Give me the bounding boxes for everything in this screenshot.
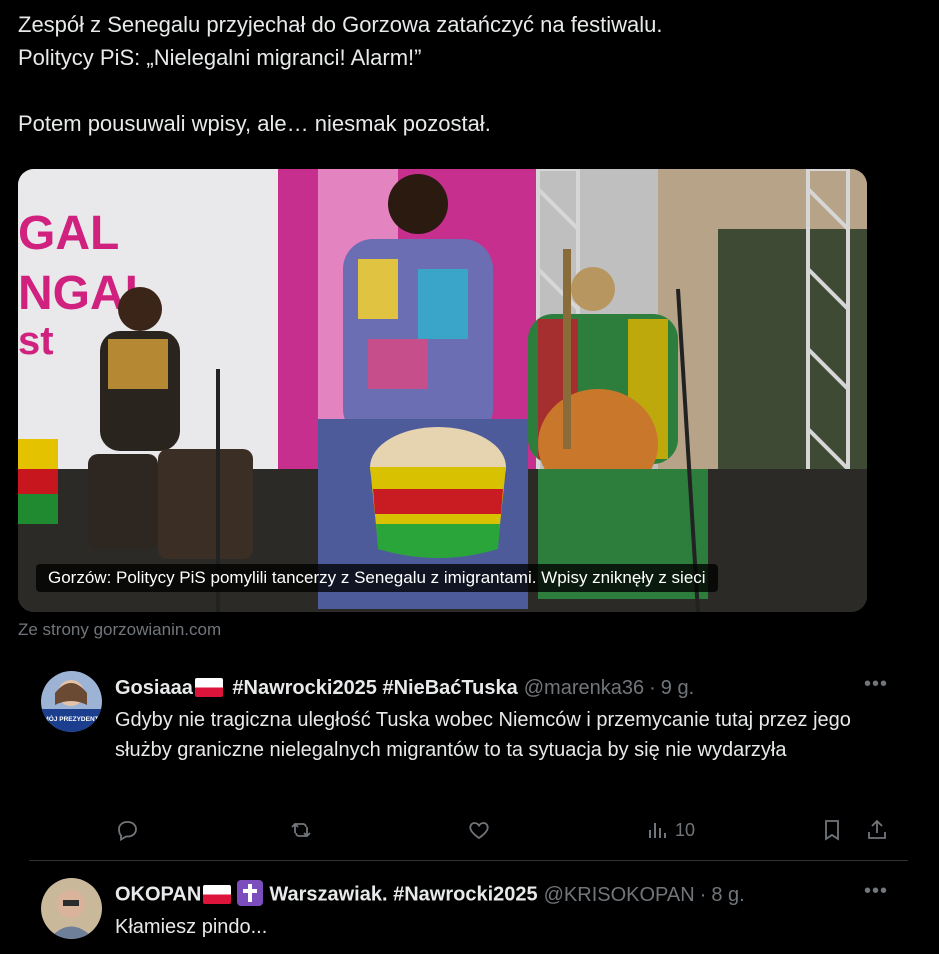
repost-icon [291,822,311,838]
card-source[interactable]: Ze strony gorzowianin.com [18,620,221,640]
post-line-3: Potem pousuwali wpisy, ale… niesmak pozo… [18,111,491,136]
more-icon[interactable]: ••• [864,880,888,903]
post-line-1: Zespół z Senegalu przyjechał do Gorzowa … [18,12,663,37]
author-name[interactable]: Gosiaaa #Nawrocki2025 #NieBaćTuska [115,677,518,700]
banner-text-3: st [18,319,54,363]
repost-button[interactable] [289,815,313,845]
poland-flag-icon [194,677,223,697]
views-icon [649,823,666,838]
share-icon [868,819,886,839]
card-photo: GAL NGAL st [18,169,867,612]
bookmark-icon [825,820,839,841]
reply-header: Gosiaaa #Nawrocki2025 #NieBaćTuska @mare… [115,676,695,700]
author-name[interactable]: OKOPAN Warszawiak. #Nawrocki2025 [115,880,538,908]
more-icon[interactable]: ••• [864,673,888,696]
reply-text: Gdyby nie tragiczna uległość Tuska wobec… [115,709,851,761]
share-button[interactable] [865,815,889,845]
reply-header: OKOPAN Warszawiak. #Nawrocki2025 @KRISOKO… [115,880,745,910]
banner-text-1: GAL [18,207,119,260]
views-button[interactable]: 10 [645,815,695,845]
reply-1[interactable]: MÓJ PREZYDENT Gosiaaa #Nawrocki2025 #Nie… [29,671,908,848]
post-line-2: Politycy PiS: „Nielegalni migranci! Alar… [18,45,422,70]
action-bar: 10 [115,815,895,845]
like-icon [469,822,489,840]
views-count: 10 [675,819,696,840]
divider [29,860,908,861]
avatar[interactable]: MÓJ PREZYDENT [41,671,102,732]
avatar[interactable] [41,878,102,939]
bookmark-button[interactable] [820,815,844,845]
author-handle[interactable]: @KRISOKOPAN [544,884,695,907]
author-handle[interactable]: @marenka36 [524,677,644,700]
timestamp[interactable]: 9 g. [661,677,694,700]
timestamp[interactable]: 8 g. [711,884,744,907]
poland-flag-icon [203,884,232,904]
reply-button[interactable] [115,815,139,845]
like-button[interactable] [467,815,491,845]
reply-text: Kłamiesz pindo... [115,916,268,938]
post-text: Zespół z Senegalu przyjechał do Gorzowa … [18,8,898,140]
reply-icon [118,821,137,842]
card-caption: Gorzów: Politycy PiS pomylili tancerzy z… [36,564,718,592]
reply-2[interactable]: OKOPAN Warszawiak. #Nawrocki2025 @KRISOKO… [29,878,908,954]
avatar-text: MÓJ PREZYDENT [43,714,98,723]
cross-icon [237,880,264,906]
link-card[interactable]: GAL NGAL st Gorzów: Politycy PiS pomylil… [18,169,867,612]
